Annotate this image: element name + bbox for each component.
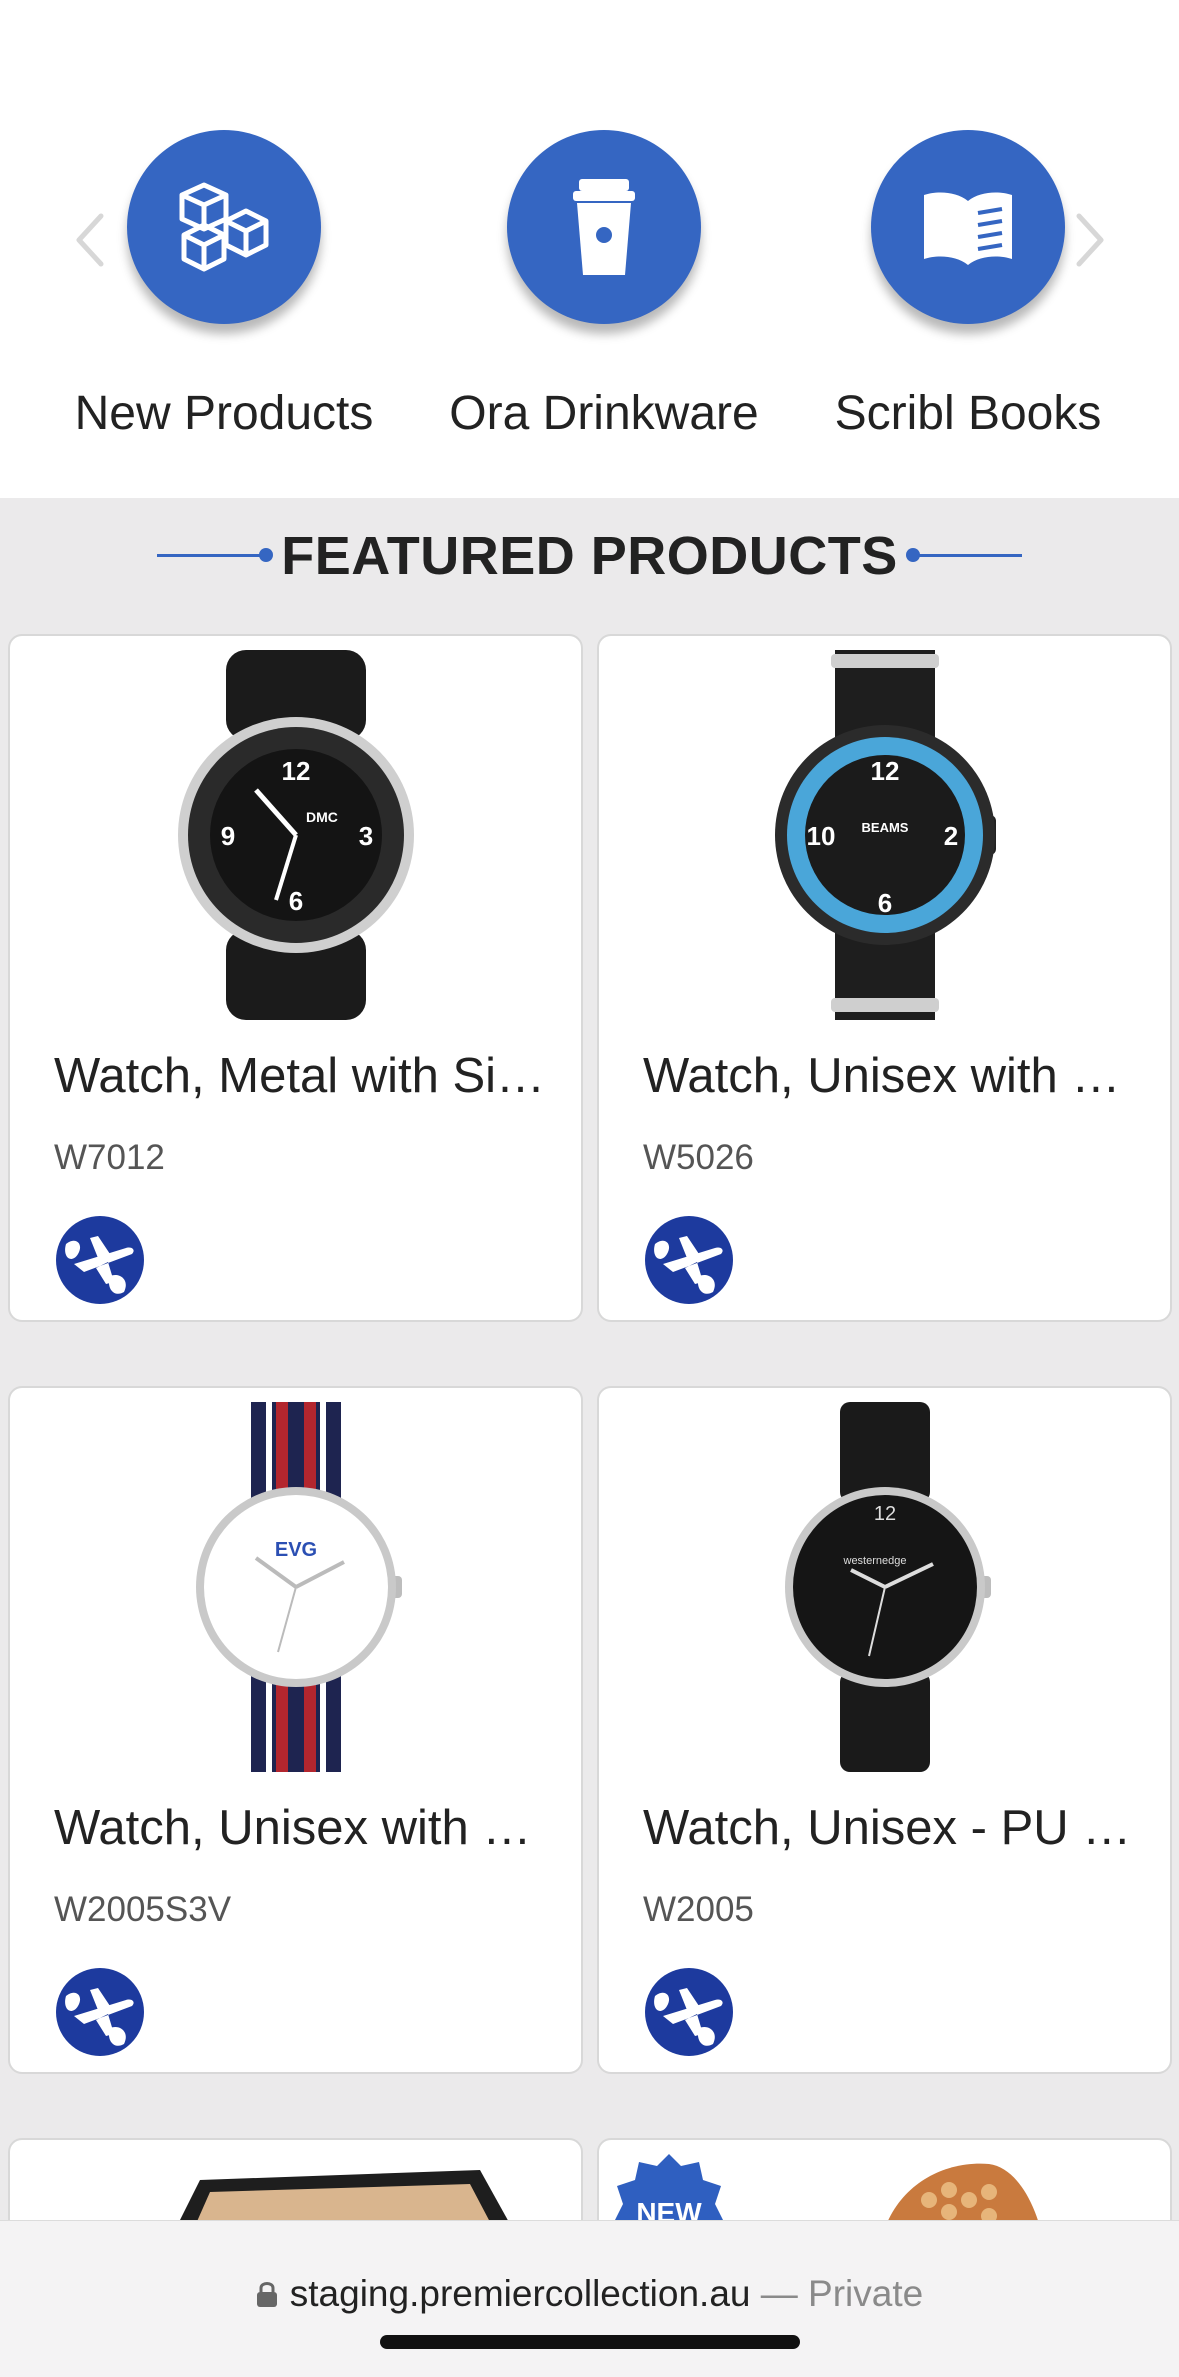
svg-text:EVG: EVG (274, 1539, 316, 1561)
category-icon-circle (507, 130, 701, 324)
category-label: New Products (74, 387, 374, 440)
product-name[interactable]: Watch, Unisex - PU … (643, 1800, 1143, 1856)
open-book-icon (924, 192, 1012, 265)
overseas-shipping-icon (645, 1968, 733, 2056)
boxes-icon (179, 182, 269, 272)
category-carousel: New Products Ora Drinkware Scribl Books (0, 0, 1179, 498)
browser-address-bar[interactable]: staging.premiercollection.au — Private (0, 2220, 1179, 2377)
svg-text:6: 6 (288, 886, 302, 916)
category-icon-circle (871, 130, 1065, 324)
svg-text:10: 10 (806, 821, 835, 851)
svg-text:6: 6 (877, 888, 891, 918)
overseas-shipping-icon (645, 1216, 733, 1304)
address-text[interactable]: staging.premiercollection.au — Private (0, 2273, 1179, 2315)
watch-image: EVG (195, 1402, 402, 1772)
product-image: EVG (10, 1402, 581, 1772)
overseas-shipping-icon (56, 1216, 144, 1304)
overseas-shipping-icon (56, 1968, 144, 2056)
svg-text:2: 2 (943, 821, 957, 851)
watch-image: 12 3 6 9 DMC (177, 650, 414, 1020)
heading-rule-left (157, 548, 274, 562)
svg-text:9: 9 (220, 821, 234, 851)
product-card[interactable]: EVG Watch, Unisex with … W2005S3V (8, 1386, 583, 2074)
svg-text:3: 3 (358, 821, 372, 851)
lock-icon (256, 2282, 277, 2307)
category-icon-circle (127, 130, 321, 324)
featured-title: FEATURED PRODUCTS (281, 525, 898, 586)
featured-heading: FEATURED PRODUCTS (0, 498, 1179, 613)
product-code: W2005 (643, 1890, 754, 1929)
category-label: Scribl Books (834, 387, 1102, 440)
product-code: W2005S3V (54, 1890, 232, 1929)
product-card[interactable]: 12 6 10 2 BEAMS Watch, Unisex with … W5026 (597, 634, 1172, 1322)
svg-text:DMC: DMC (306, 809, 338, 825)
category-scribl-books[interactable]: Scribl Books (798, 130, 1138, 441)
product-card[interactable]: 12 3 6 9 DMC Watch, Metal with Si… W7012 (8, 634, 583, 1322)
svg-text:12: 12 (281, 756, 310, 786)
url-text: staging.premiercollection.au (289, 2273, 751, 2314)
product-name[interactable]: Watch, Metal with Si… (54, 1048, 554, 1104)
category-ora-drinkware[interactable]: Ora Drinkware (434, 130, 774, 441)
watch-image: 12 westernedge (784, 1402, 991, 1772)
coffee-cup-icon (573, 179, 635, 275)
product-card[interactable]: 12 westernedge Watch, Unisex - PU … W200… (597, 1386, 1172, 2074)
product-code: W5026 (643, 1138, 754, 1177)
svg-text:12: 12 (870, 756, 899, 786)
product-image: 12 westernedge (599, 1402, 1170, 1772)
product-image: 12 3 6 9 DMC (10, 650, 581, 1020)
product-code: W7012 (54, 1138, 165, 1177)
svg-text:BEAMS: BEAMS (861, 820, 908, 835)
private-label: — Private (750, 2273, 924, 2314)
watch-image: 12 6 10 2 BEAMS (774, 650, 996, 1020)
category-label: Ora Drinkware (449, 387, 759, 440)
svg-text:12: 12 (873, 1503, 895, 1525)
heading-rule-right (905, 548, 1022, 562)
category-new-products[interactable]: New Products (54, 130, 394, 441)
svg-text:westernedge: westernedge (842, 1555, 906, 1567)
product-name[interactable]: Watch, Unisex with … (54, 1800, 554, 1856)
product-image: 12 6 10 2 BEAMS (599, 650, 1170, 1020)
home-indicator[interactable] (380, 2335, 800, 2349)
product-name[interactable]: Watch, Unisex with … (643, 1048, 1143, 1104)
